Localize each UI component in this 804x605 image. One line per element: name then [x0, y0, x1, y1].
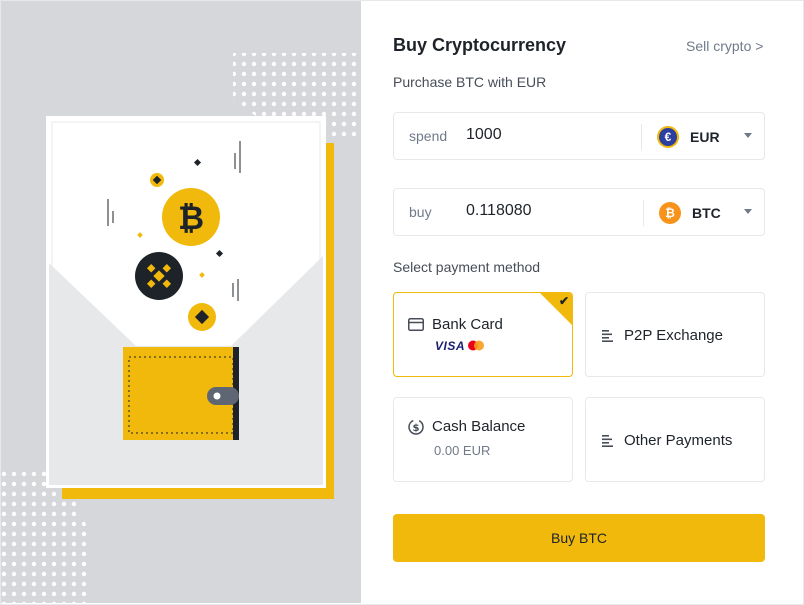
spend-field: spend € EUR	[393, 112, 765, 160]
buy-form-panel: Buy Cryptocurrency Sell crypto > Purchas…	[361, 1, 802, 603]
buy-currency-select[interactable]: ₿ BTC	[659, 200, 721, 226]
page-title: Buy Cryptocurrency	[393, 35, 567, 55]
payment-option-bank-card[interactable]: ✔ Bank Card VISA	[393, 292, 573, 377]
euro-coin-icon: €	[657, 126, 679, 148]
spend-input[interactable]	[466, 126, 626, 144]
buy-input[interactable]	[466, 202, 626, 220]
svg-text:₿: ₿	[178, 199, 204, 237]
payment-option-p2p[interactable]: P2P Exchange	[585, 292, 765, 377]
wallet-icon	[123, 347, 239, 440]
spend-currency-select[interactable]: € EUR	[657, 124, 720, 150]
wallet-illustration: ₿	[1, 53, 361, 603]
list-icon	[602, 330, 613, 342]
payment-option-other[interactable]: Other Payments	[585, 397, 765, 482]
visa-logo: VISA	[435, 339, 466, 353]
cash-balance-label: Cash Balance	[432, 418, 526, 435]
bitcoin-icon: ₿	[162, 188, 220, 246]
binance-icon	[135, 252, 183, 300]
p2p-exchange-label: P2P Exchange	[624, 327, 723, 344]
bank-card-label: Bank Card	[432, 316, 503, 333]
field-divider	[641, 124, 642, 150]
chevron-down-icon[interactable]	[744, 209, 752, 214]
field-divider	[643, 200, 644, 226]
payment-option-cash-balance[interactable]: $ Cash Balance 0.00 EUR	[393, 397, 573, 482]
dollar-coin-icon: $	[408, 419, 424, 435]
spend-label: spend	[409, 128, 448, 144]
other-payments-label: Other Payments	[624, 432, 733, 449]
buy-btc-button[interactable]: Buy BTC	[393, 514, 765, 562]
card-icon	[408, 318, 424, 331]
bitcoin-coin-icon: ₿	[659, 202, 681, 224]
svg-text:$: $	[413, 423, 420, 434]
mastercard-icon	[468, 340, 484, 351]
purchase-subtitle: Purchase BTC with EUR	[393, 74, 547, 90]
buy-field: buy ₿ BTC	[393, 188, 765, 236]
cash-balance-amount: 0.00 EUR	[434, 443, 491, 458]
list-icon	[602, 435, 613, 447]
illustration-panel: ₿	[1, 1, 361, 603]
checkmark-icon: ✔	[558, 294, 569, 308]
payment-method-label: Select payment method	[393, 259, 541, 275]
chevron-down-icon[interactable]	[744, 133, 752, 138]
buy-currency-code: BTC	[692, 205, 721, 221]
spend-currency-code: EUR	[690, 129, 720, 145]
buy-label: buy	[409, 204, 432, 220]
sell-crypto-link[interactable]: Sell crypto >	[686, 38, 763, 54]
